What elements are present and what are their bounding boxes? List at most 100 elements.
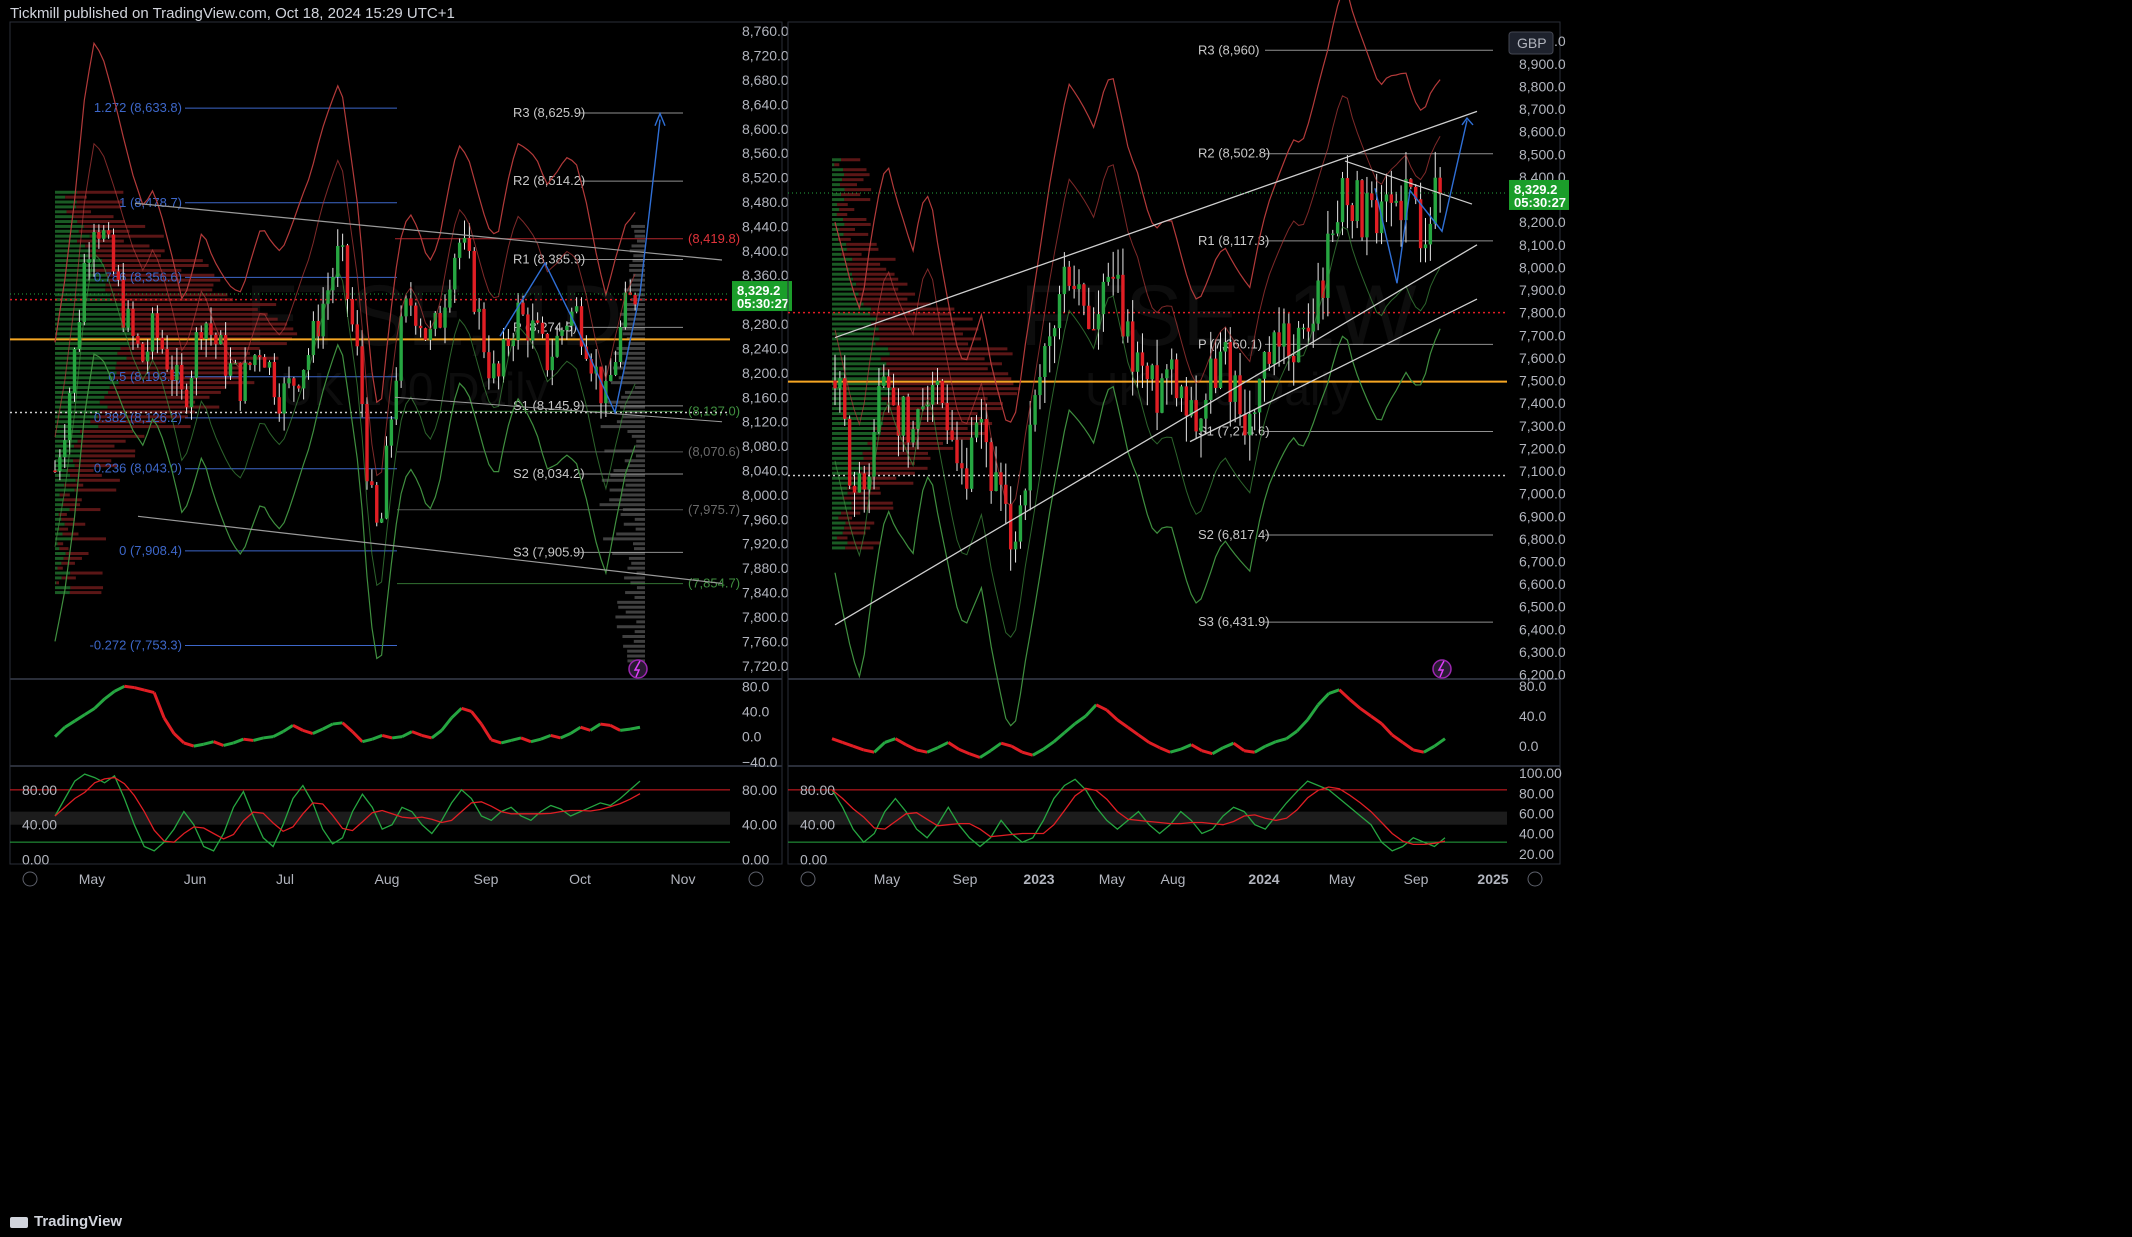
candle-body[interactable]: [258, 355, 262, 358]
candle-body[interactable]: [1179, 386, 1184, 399]
candle-body[interactable]: [448, 289, 452, 308]
candle-body[interactable]: [955, 439, 959, 464]
candle-body[interactable]: [843, 378, 847, 419]
candle-body[interactable]: [535, 320, 540, 323]
candle-body[interactable]: [1038, 377, 1042, 396]
candle-body[interactable]: [1062, 266, 1067, 295]
candle-body[interactable]: [609, 374, 613, 382]
candle-body[interactable]: [852, 485, 857, 493]
candle-body[interactable]: [1077, 284, 1081, 290]
candle-body[interactable]: [1243, 414, 1247, 436]
candle-body[interactable]: [1165, 369, 1169, 379]
candle-body[interactable]: [940, 380, 945, 404]
candle-body[interactable]: [175, 364, 179, 381]
candle-body[interactable]: [418, 325, 423, 329]
candle-body[interactable]: [53, 470, 57, 473]
candle-body[interactable]: [350, 299, 355, 325]
candle-body[interactable]: [501, 339, 506, 377]
candle-body[interactable]: [394, 380, 398, 420]
candle-body[interactable]: [457, 242, 462, 258]
candle-body[interactable]: [223, 335, 228, 376]
candle-body[interactable]: [521, 302, 525, 315]
zoom-reset-icon[interactable]: [22, 871, 38, 887]
candle-body[interactable]: [467, 237, 472, 251]
candle-body[interactable]: [1213, 358, 1218, 388]
candle-body[interactable]: [1008, 503, 1013, 550]
candle-body[interactable]: [111, 234, 116, 272]
candle-body[interactable]: [1365, 193, 1369, 238]
candle-body[interactable]: [297, 385, 301, 389]
candle-body[interactable]: [126, 308, 130, 328]
auto-scale-icon[interactable]: [1527, 871, 1543, 887]
candle-body[interactable]: [428, 328, 433, 340]
auto-scale-icon[interactable]: [748, 871, 764, 887]
candle-body[interactable]: [930, 384, 935, 405]
candle-body[interactable]: [1238, 375, 1242, 415]
candle-body[interactable]: [862, 473, 866, 490]
candle-body[interactable]: [496, 363, 501, 377]
candle-body[interactable]: [253, 355, 257, 366]
candle-body[interactable]: [384, 445, 389, 519]
candle-body[interactable]: [1033, 395, 1037, 425]
candle-body[interactable]: [618, 327, 623, 362]
candle-body[interactable]: [214, 334, 218, 345]
candle-body[interactable]: [906, 396, 910, 443]
candle-body[interactable]: [1389, 194, 1394, 203]
candle-body[interactable]: [482, 308, 486, 353]
candle-body[interactable]: [565, 325, 569, 331]
candle-body[interactable]: [306, 355, 311, 370]
candle-body[interactable]: [1023, 490, 1028, 506]
candle-body[interactable]: [965, 468, 969, 489]
candle-body[interactable]: [238, 362, 242, 402]
candle-body[interactable]: [365, 403, 369, 482]
candle-body[interactable]: [1218, 351, 1223, 388]
lightning-icon[interactable]: [628, 659, 648, 679]
candle-body[interactable]: [1345, 178, 1350, 206]
candle-body[interactable]: [1150, 365, 1154, 380]
candle-body[interactable]: [833, 380, 837, 389]
candle-body[interactable]: [1223, 342, 1228, 352]
candle-body[interactable]: [1130, 321, 1135, 372]
candle-body[interactable]: [180, 364, 184, 390]
candle-body[interactable]: [1306, 327, 1311, 332]
candle-body[interactable]: [282, 383, 286, 414]
candle-body[interactable]: [1126, 321, 1130, 337]
candle-body[interactable]: [399, 316, 403, 381]
candle-body[interactable]: [1262, 351, 1267, 379]
candle-body[interactable]: [979, 418, 984, 423]
candle-body[interactable]: [550, 356, 554, 371]
candle-body[interactable]: [477, 308, 481, 312]
candle-body[interactable]: [560, 330, 564, 336]
candle-body[interactable]: [67, 392, 72, 441]
candle-body[interactable]: [106, 230, 111, 235]
candle-body[interactable]: [1248, 413, 1252, 436]
candle-body[interactable]: [375, 485, 379, 523]
candle-body[interactable]: [1184, 386, 1189, 416]
candle-body[interactable]: [1355, 180, 1359, 222]
candle-body[interactable]: [1228, 342, 1232, 402]
candle-body[interactable]: [77, 322, 82, 349]
candle-body[interactable]: [487, 352, 491, 379]
candle-body[interactable]: [355, 324, 359, 347]
candle-body[interactable]: [1384, 194, 1389, 202]
candle-body[interactable]: [97, 232, 101, 239]
candle-body[interactable]: [189, 377, 194, 408]
candle-body[interactable]: [1438, 177, 1442, 195]
candle-body[interactable]: [1140, 352, 1145, 366]
candle-body[interactable]: [891, 387, 896, 406]
candle-body[interactable]: [204, 323, 208, 340]
candle-body[interactable]: [1018, 505, 1023, 542]
candle-body[interactable]: [160, 337, 164, 349]
candle-body[interactable]: [545, 333, 550, 371]
candle-body[interactable]: [170, 369, 174, 381]
candle-body[interactable]: [1350, 205, 1354, 222]
candle-body[interactable]: [1326, 233, 1330, 298]
candle-body[interactable]: [989, 442, 993, 491]
candle-body[interactable]: [1106, 276, 1110, 282]
right-chart-panel[interactable]: FTSE, 1WUK 100 Daily9,000.08,900.08,800.…: [787, 0, 1569, 887]
candle-body[interactable]: [199, 332, 203, 340]
candle-body[interactable]: [131, 308, 135, 336]
candle-body[interactable]: [838, 378, 842, 389]
candle-body[interactable]: [1252, 412, 1257, 414]
candle-body[interactable]: [1287, 323, 1291, 356]
